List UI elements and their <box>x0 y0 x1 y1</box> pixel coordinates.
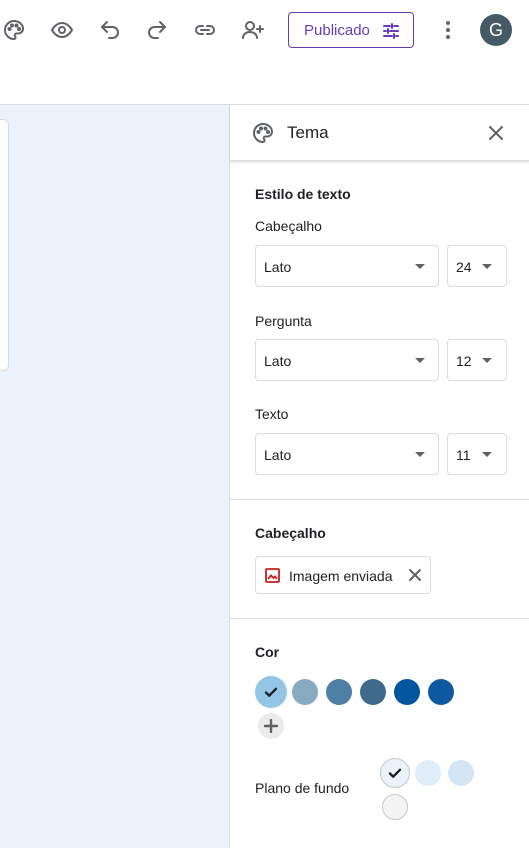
close-icon[interactable] <box>484 121 508 145</box>
background-swatch[interactable] <box>415 760 441 786</box>
chevron-down-icon <box>482 452 492 457</box>
form-card[interactable] <box>0 119 9 371</box>
link-icon[interactable] <box>190 15 220 45</box>
theme-panel-header: Tema <box>230 105 529 161</box>
add-person-icon[interactable] <box>238 15 268 45</box>
check-icon <box>388 768 402 778</box>
header-image-title: Cabeçalho <box>255 525 326 541</box>
text-font-value: Lato <box>264 447 292 463</box>
section-divider <box>230 499 529 500</box>
plus-icon <box>264 719 278 733</box>
publish-button[interactable]: Publicado <box>288 12 414 48</box>
text-font-select[interactable]: Lato <box>255 433 439 475</box>
redo-icon[interactable] <box>142 15 172 45</box>
publish-button-label: Publicado <box>304 21 370 39</box>
color-swatch[interactable] <box>394 679 420 705</box>
palette-icon <box>251 121 275 145</box>
palette-icon[interactable] <box>0 15 29 45</box>
background-swatch[interactable] <box>380 758 410 788</box>
background-swatch[interactable] <box>382 794 408 820</box>
color-swatch[interactable] <box>255 676 287 708</box>
panel-title: Tema <box>287 123 329 142</box>
form-canvas <box>0 104 230 848</box>
header-size-value: 24 <box>456 259 472 275</box>
color-swatch[interactable] <box>360 679 386 705</box>
question-size-select[interactable]: 12 <box>447 339 507 381</box>
theme-panel: Tema Estilo de texto Cabeçalho Lato 24 P… <box>229 104 529 848</box>
undo-icon[interactable] <box>95 15 125 45</box>
header-font-label: Cabeçalho <box>255 218 322 234</box>
header-size-select[interactable]: 24 <box>447 245 507 287</box>
text-size-value: 11 <box>456 447 471 463</box>
close-icon[interactable] <box>407 567 423 583</box>
header-font-value: Lato <box>264 259 292 275</box>
section-divider <box>230 618 529 619</box>
chevron-down-icon <box>482 358 492 363</box>
eye-icon[interactable] <box>47 15 77 45</box>
avatar[interactable]: G <box>480 14 512 46</box>
question-font-value: Lato <box>264 353 292 369</box>
header-image-chip[interactable]: Imagem enviada <box>255 556 431 594</box>
chevron-down-icon <box>415 358 425 363</box>
header-image-label: Imagem enviada <box>289 568 393 584</box>
question-font-select[interactable]: Lato <box>255 339 439 381</box>
background-swatch[interactable] <box>448 760 474 786</box>
chevron-down-icon <box>482 264 492 269</box>
check-icon <box>264 687 278 697</box>
image-icon <box>265 568 280 583</box>
question-font-label: Pergunta <box>255 313 312 329</box>
text-style-title: Estilo de texto <box>255 186 351 202</box>
color-swatch[interactable] <box>428 679 454 705</box>
add-color-button[interactable] <box>258 713 284 739</box>
color-swatch[interactable] <box>292 679 318 705</box>
background-label: Plano de fundo <box>255 780 350 796</box>
header-font-select[interactable]: Lato <box>255 245 439 287</box>
question-size-value: 12 <box>456 353 472 369</box>
top-toolbar: Publicado G <box>0 0 529 104</box>
avatar-initial: G <box>488 19 503 40</box>
chevron-down-icon <box>415 452 425 457</box>
color-swatch[interactable] <box>326 679 352 705</box>
text-size-select[interactable]: 11 <box>447 433 507 475</box>
more-vert-icon[interactable] <box>436 15 460 45</box>
color-title: Cor <box>255 644 280 660</box>
chevron-down-icon <box>415 264 425 269</box>
text-font-label: Texto <box>255 406 289 422</box>
tune-icon <box>383 23 399 39</box>
